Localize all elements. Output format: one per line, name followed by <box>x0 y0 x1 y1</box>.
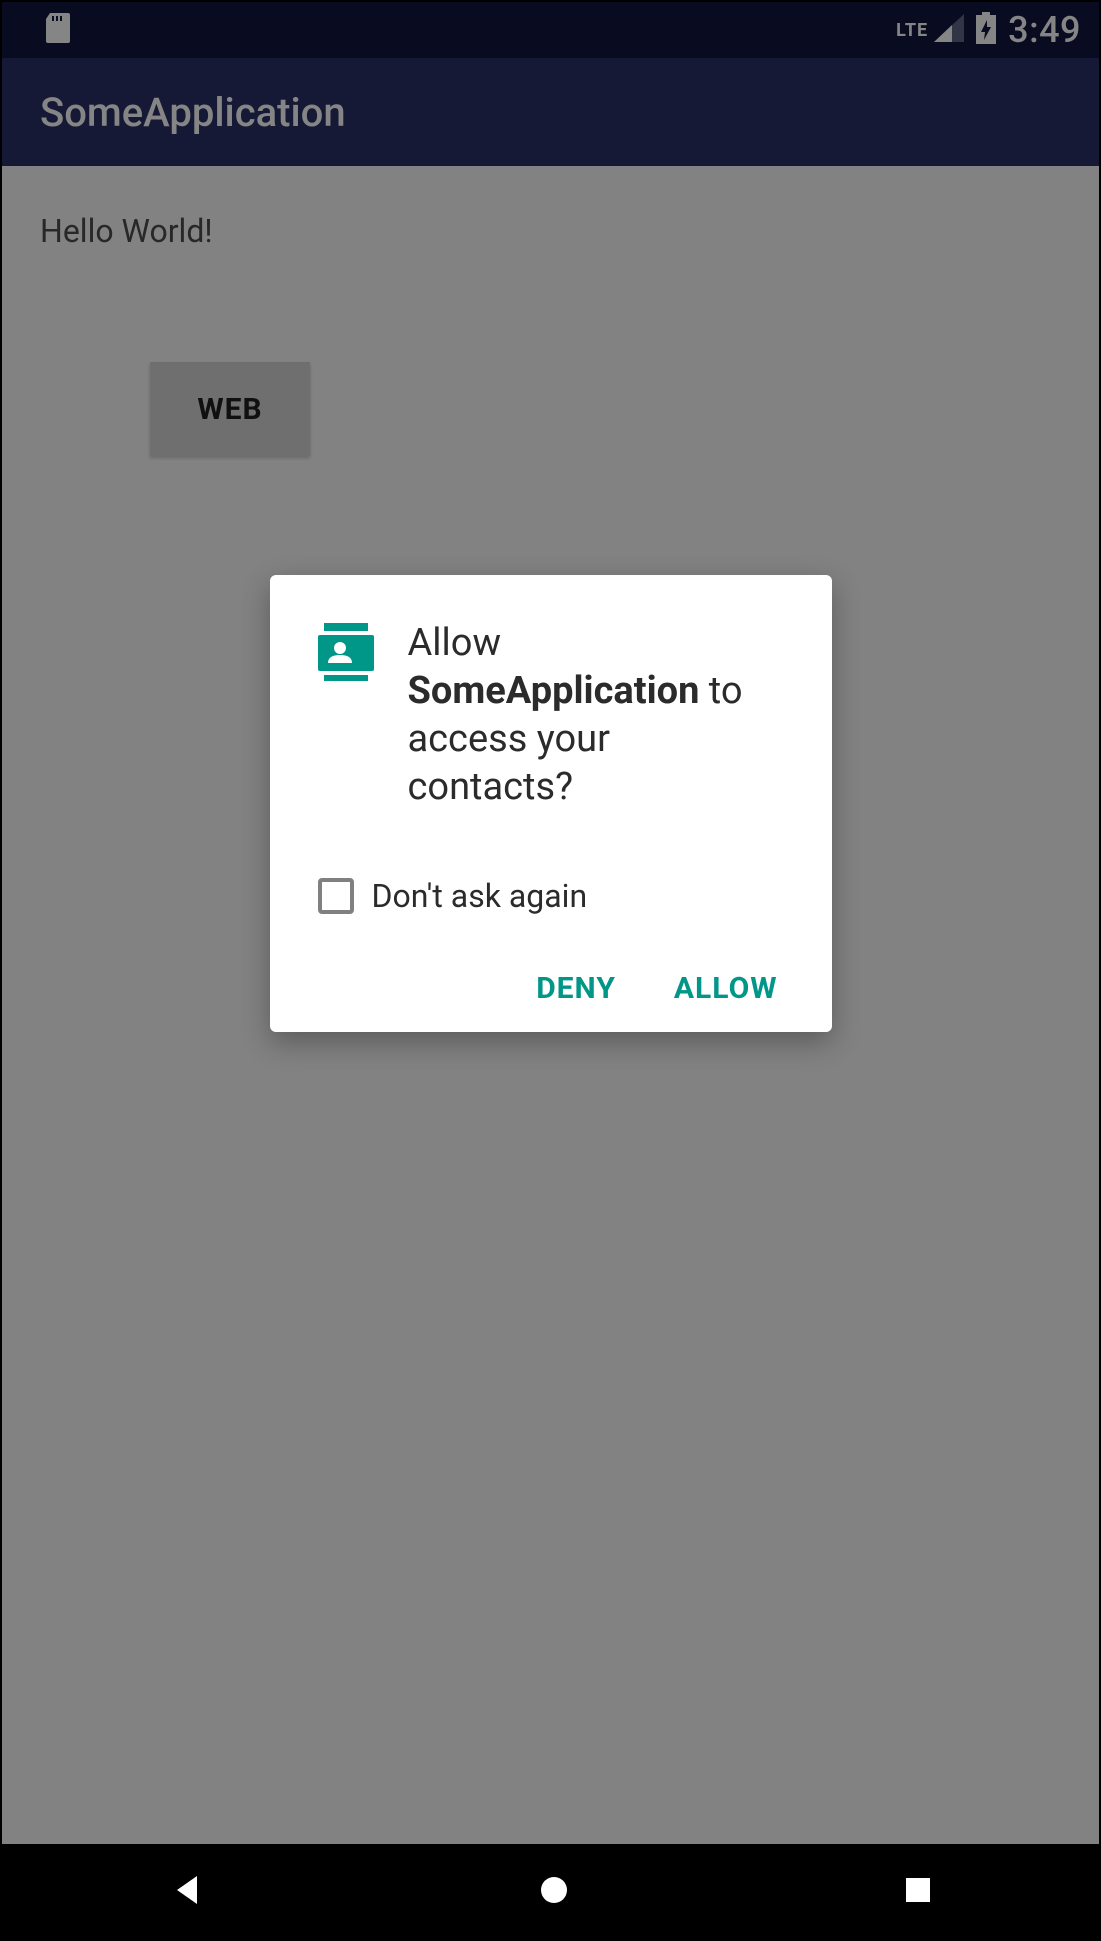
dialog-message: Allow SomeApplication to access your con… <box>408 619 784 811</box>
contacts-icon <box>318 623 374 685</box>
nav-bar <box>2 1844 1099 1939</box>
dialog-actions: DENY ALLOW <box>318 971 784 1006</box>
dont-ask-label: Don't ask again <box>372 877 588 915</box>
deny-button[interactable]: DENY <box>536 971 616 1006</box>
dialog-appname: SomeApplication <box>408 669 700 713</box>
dialog-body: Allow SomeApplication to access your con… <box>318 619 784 811</box>
allow-button[interactable]: ALLOW <box>674 971 778 1006</box>
recent-icon[interactable] <box>904 1876 932 1908</box>
dialog-scrim[interactable]: Allow SomeApplication to access your con… <box>2 2 1099 1844</box>
back-icon[interactable] <box>169 1872 205 1912</box>
permission-dialog: Allow SomeApplication to access your con… <box>270 575 832 1032</box>
dialog-prefix: Allow <box>408 621 502 665</box>
phone-screen: LTE 3:49 SomeApplication Hello World! WE… <box>2 2 1099 1939</box>
home-icon[interactable] <box>539 1875 569 1909</box>
dont-ask-row[interactable]: Don't ask again <box>318 877 784 915</box>
dont-ask-checkbox[interactable] <box>318 878 354 914</box>
